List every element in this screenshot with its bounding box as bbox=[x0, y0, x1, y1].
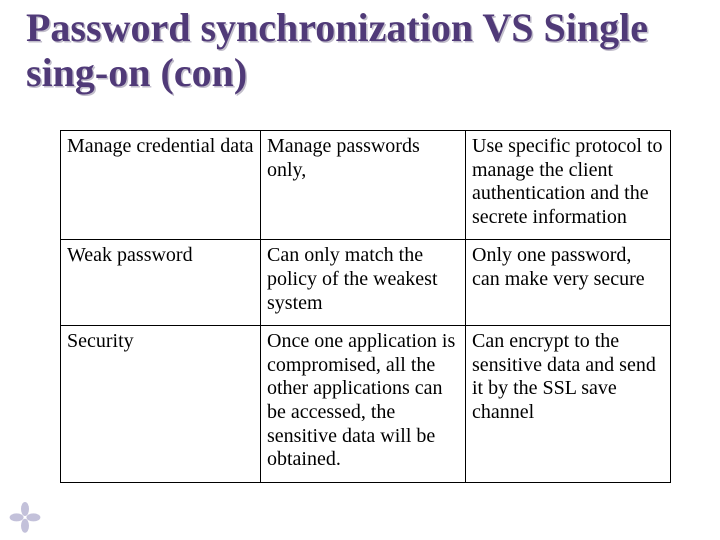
table-row: Weak password Can only match the policy … bbox=[61, 240, 671, 326]
cell-sso: Only one password, can make very secure bbox=[466, 240, 671, 326]
slide-title: Password synchronization VS Single sing-… bbox=[26, 6, 686, 96]
cell-sync: Can only match the policy of the weakest… bbox=[261, 240, 466, 326]
comparison-table-container: Manage credential data Manage passwords … bbox=[60, 130, 670, 483]
comparison-table: Manage credential data Manage passwords … bbox=[60, 130, 671, 483]
cell-aspect: Manage credential data bbox=[61, 131, 261, 240]
cell-sync: Once one application is compromised, all… bbox=[261, 326, 466, 483]
cell-sso: Can encrypt to the sensitive data and se… bbox=[466, 326, 671, 483]
cell-aspect: Weak password bbox=[61, 240, 261, 326]
table-row: Security Once one application is comprom… bbox=[61, 326, 671, 483]
cell-sync: Manage passwords only, bbox=[261, 131, 466, 240]
table-row: Manage credential data Manage passwords … bbox=[61, 131, 671, 240]
cell-aspect: Security bbox=[61, 326, 261, 483]
flower-decoration-icon bbox=[10, 500, 40, 530]
cell-sso: Use specific protocol to manage the clie… bbox=[466, 131, 671, 240]
slide: Password synchronization VS Single sing-… bbox=[0, 0, 720, 540]
